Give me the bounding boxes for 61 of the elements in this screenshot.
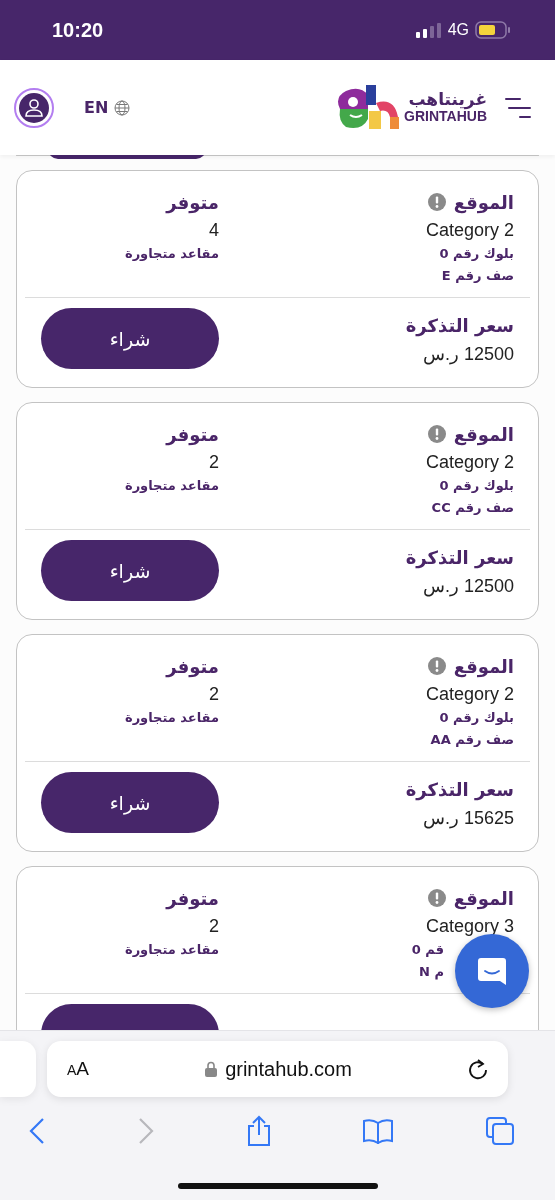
avatar-icon[interactable] [14,87,54,128]
lock-icon [205,1061,218,1077]
info-icon[interactable] [427,889,446,907]
available-count: 2 [208,915,219,938]
available-label: متوفر [166,655,219,677]
language-button[interactable]: EN [84,98,131,117]
signal-icon [415,22,442,38]
share-icon[interactable] [245,1115,272,1147]
price-text: 15625 ر.س [421,806,514,831]
info-icon[interactable] [427,193,446,211]
address-bar[interactable]: AA grintahub.com [47,1041,508,1097]
globe-icon [114,99,131,116]
text-size-button[interactable]: AA [67,1058,90,1080]
category-text: Category 2 [424,683,514,706]
available-count: 4 [208,219,219,242]
tabs-icon[interactable] [485,1116,515,1146]
row-text: صف رقم AA [429,731,514,749]
menu-icon[interactable] [505,95,531,120]
seats-note: مقاعد متجاورة [123,245,219,263]
status-time: 10:20 [52,18,104,42]
available-label: متوفر [166,423,219,445]
price-label: سعر التذكرة [405,547,514,568]
row-text: صف رقم CC [430,499,514,517]
buy-button[interactable]: شراء [41,308,219,369]
location-label: الموقع [453,423,514,445]
url-text: grintahub.com [225,1057,352,1081]
network-label: 4G [447,21,469,39]
battery-icon [475,21,511,39]
available-count: 2 [208,683,219,706]
available-label: متوفر [166,887,219,909]
buy-button[interactable]: شراء [41,772,219,833]
info-icon[interactable] [427,657,446,675]
category-text: Category 3 [424,915,514,938]
seats-note: مقاعد متجاورة [123,477,219,495]
block-text: بلوك رقم 0 [438,709,514,727]
location-label: الموقع [453,191,514,213]
price-text: 12500 ر.س [421,342,514,367]
seats-note: مقاعد متجاورة [123,709,219,727]
chat-icon[interactable] [477,956,507,986]
category-text: Category 2 [424,219,514,242]
block-text: بلوك رقم 0 [438,477,514,495]
logo-wordmark: GRINTAHUB [404,109,487,124]
price-text: 12500 ر.س [421,574,514,599]
location-label: الموقع [453,655,514,677]
location-label: الموقع [453,887,514,909]
buy-button[interactable]: شراء [41,540,219,601]
back-icon[interactable] [28,1117,46,1145]
reload-icon[interactable] [468,1058,488,1080]
category-text: Category 2 [424,451,514,474]
bookmarks-icon[interactable] [362,1118,395,1144]
seats-note: مقاعد متجاورة [123,941,219,959]
logo-arabic-text: غرينتاهب [408,91,487,110]
info-icon[interactable] [427,425,446,443]
row-text: صف رقم E [440,267,514,285]
price-label: سعر التذكرة [405,315,514,336]
block-text: قم 0 [410,941,444,959]
available-label: متوفر [166,191,219,213]
available-count: 2 [208,451,219,474]
block-text: بلوك رقم 0 [438,245,514,263]
row-text: م N [418,963,444,982]
price-label: سعر التذكرة [405,779,514,800]
